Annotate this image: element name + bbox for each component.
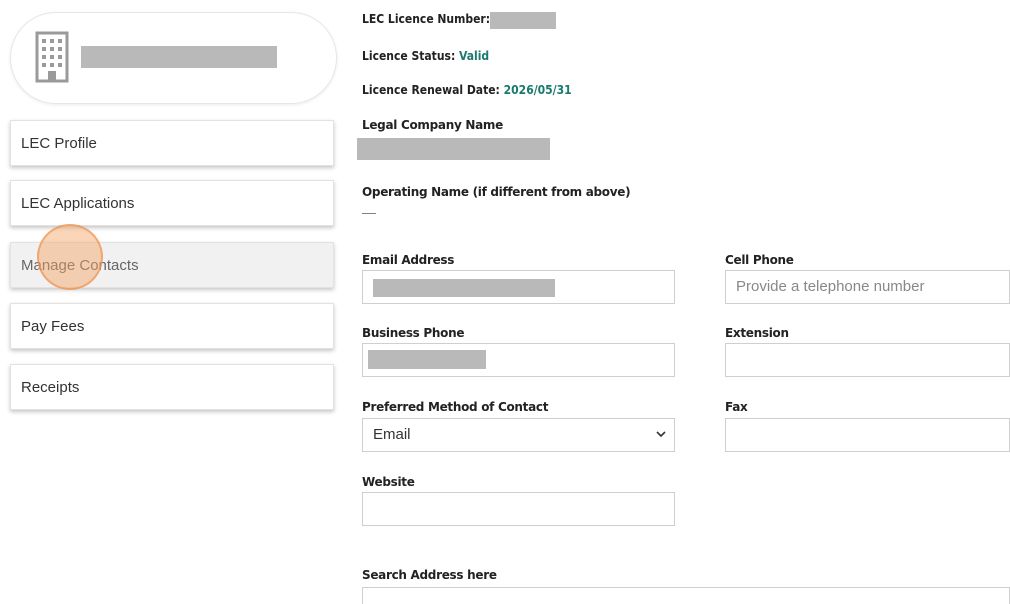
building-icon	[35, 31, 69, 83]
licence-status-label: Licence Status:	[362, 49, 456, 63]
website-label: Website	[362, 475, 415, 489]
search-address-label: Search Address here	[362, 568, 497, 582]
company-card	[10, 12, 337, 104]
licence-renewal-label: Licence Renewal Date:	[362, 83, 500, 97]
licence-renewal-value: 2026/05/31	[503, 83, 572, 97]
nav-manage-contacts[interactable]: Manage Contacts	[10, 242, 334, 288]
cell-phone-label: Cell Phone	[725, 253, 794, 267]
fax-field[interactable]	[725, 418, 1010, 452]
legal-company-name-redacted	[357, 138, 550, 160]
nav-receipts[interactable]: Receipts	[10, 364, 334, 410]
cell-phone-placeholder: Provide a telephone number	[736, 278, 925, 295]
licence-number: LEC Licence Number:	[362, 12, 490, 26]
legal-company-name-label: Legal Company Name	[362, 118, 503, 132]
company-name-redacted	[81, 46, 277, 68]
preferred-contact-select[interactable]: Email	[362, 418, 675, 452]
email-label: Email Address	[362, 253, 455, 267]
licence-status: Licence Status: Valid	[362, 49, 489, 63]
operating-name-value: —	[362, 204, 376, 220]
operating-name-label: Operating Name (if different from above)	[362, 185, 631, 199]
nav-lec-applications[interactable]: LEC Applications	[10, 180, 334, 226]
business-phone-redacted	[368, 350, 486, 369]
nav-lec-profile[interactable]: LEC Profile	[10, 120, 334, 166]
licence-number-redacted	[490, 12, 556, 29]
licence-status-value: Valid	[459, 49, 490, 63]
search-address-field[interactable]	[362, 587, 1010, 604]
business-phone-label: Business Phone	[362, 326, 465, 340]
cell-phone-field[interactable]: Provide a telephone number	[725, 270, 1010, 304]
chevron-down-icon	[656, 431, 666, 438]
preferred-contact-value: Email	[373, 426, 411, 443]
extension-field[interactable]	[725, 343, 1010, 377]
licence-number-label: LEC Licence Number:	[362, 12, 491, 26]
licence-renewal: Licence Renewal Date: 2026/05/31	[362, 83, 572, 97]
email-redacted	[373, 279, 555, 297]
nav-pay-fees[interactable]: Pay Fees	[10, 303, 334, 349]
business-phone-field[interactable]	[362, 343, 675, 377]
email-field[interactable]	[362, 270, 675, 304]
preferred-contact-label: Preferred Method of Contact	[362, 400, 549, 414]
fax-label: Fax	[725, 400, 748, 414]
extension-label: Extension	[725, 326, 789, 340]
website-field[interactable]	[362, 492, 675, 526]
